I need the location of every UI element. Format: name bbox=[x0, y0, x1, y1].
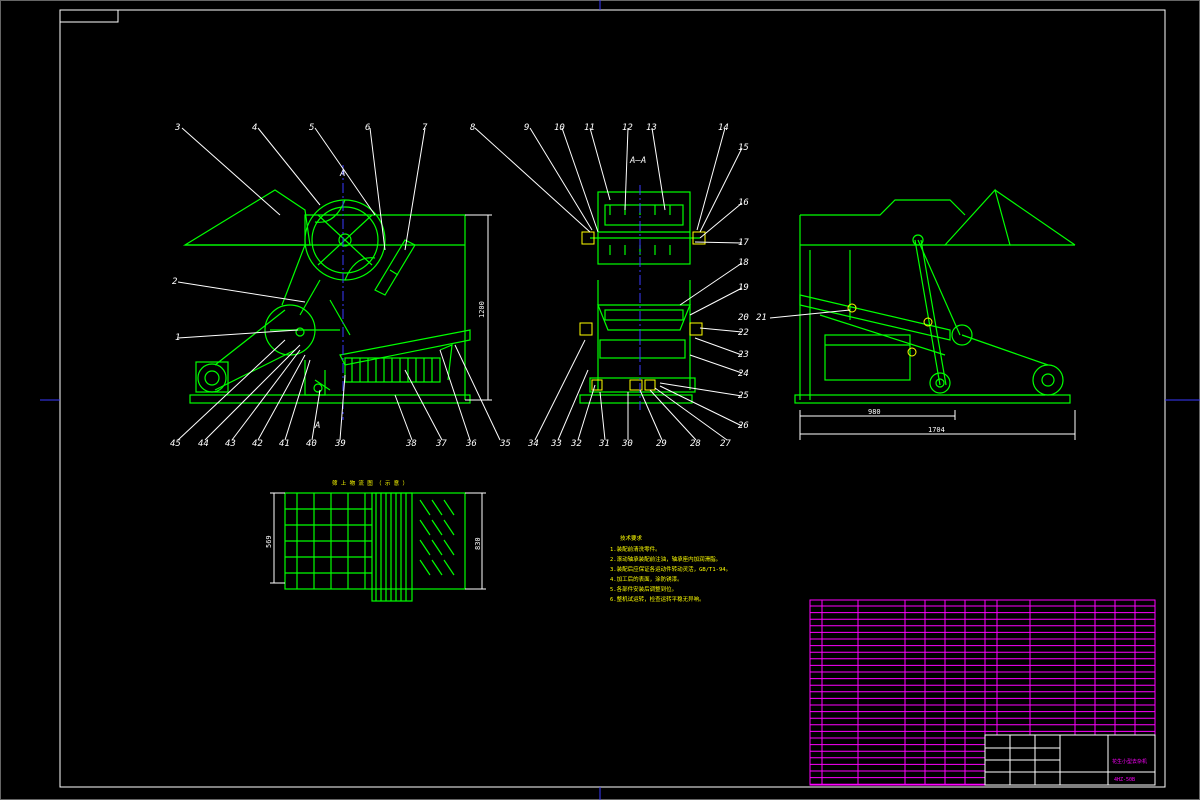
detail-title: 筛 上 物 流 图 （ 示 意 ） bbox=[332, 479, 408, 487]
part-number: 5 bbox=[309, 123, 314, 133]
part-number: 3 bbox=[174, 123, 180, 133]
part-number: 42 bbox=[252, 439, 263, 449]
part-number: 38 bbox=[405, 439, 417, 449]
part-number: 32 bbox=[570, 439, 582, 449]
dim-width-a: 980 bbox=[868, 408, 881, 416]
part-number: 33 bbox=[550, 439, 562, 449]
part-number: 13 bbox=[646, 123, 657, 133]
leaders-section bbox=[474, 127, 743, 441]
part-number: 40 bbox=[306, 439, 317, 449]
dim-height: 1200 bbox=[478, 301, 486, 318]
part-number: 45 bbox=[170, 439, 181, 449]
part-number: 27 bbox=[720, 439, 731, 449]
part-number: 26 bbox=[738, 421, 749, 431]
note-line: 2.滚动轴承装配前注油，轴承座内加润滑脂。 bbox=[610, 555, 721, 563]
dim-width-b: 1704 bbox=[928, 426, 945, 434]
side-view: 980 1704 bbox=[794, 188, 1076, 440]
part-number: 21 bbox=[756, 313, 767, 323]
note-line: 5.各部件安装后调整到位。 bbox=[610, 585, 677, 593]
drawing-number: 4HZ-50B bbox=[1114, 777, 1135, 783]
section-label: A–A bbox=[629, 156, 646, 166]
part-number: 29 bbox=[656, 439, 667, 449]
note-line: 4.加工后的表面，涂防锈漆。 bbox=[610, 575, 683, 583]
part-number: 18 bbox=[738, 258, 749, 268]
part-number: 23 bbox=[738, 350, 749, 360]
part-number: 4 bbox=[252, 123, 257, 133]
part-number: 28 bbox=[690, 439, 701, 449]
part-number: 14 bbox=[718, 123, 729, 133]
part-number: 36 bbox=[465, 439, 477, 449]
part-number: 25 bbox=[738, 391, 749, 401]
part-number: 24 bbox=[738, 369, 749, 379]
note-line: 6.整机试运转，检查运转平稳无异响。 bbox=[610, 595, 705, 603]
drawing-sheet: A A 1200 A–A 980 1704 1 2 3 4 5 6 7 8 9 … bbox=[0, 0, 1200, 800]
parts-list-table: 花生小型去杂机 4HZ-50B bbox=[809, 599, 1156, 786]
part-number: 17 bbox=[738, 238, 749, 248]
part-number: 20 bbox=[738, 313, 749, 323]
sheet-frame bbox=[0, 0, 1200, 800]
sieve-detail-view: 筛 上 物 流 图 （ 示 意 ） 569 830 bbox=[265, 479, 486, 602]
part-number: 15 bbox=[738, 143, 749, 153]
part-number: 2 bbox=[172, 277, 177, 287]
part-number: 22 bbox=[738, 328, 749, 338]
part-number: 35 bbox=[499, 439, 511, 449]
part-number: 39 bbox=[334, 439, 346, 449]
note-line: 3.装配后应保证各运动件转动灵活，GB/T1-94。 bbox=[610, 565, 731, 573]
part-number: 30 bbox=[621, 439, 633, 449]
part-number: 12 bbox=[622, 123, 633, 133]
part-number: 43 bbox=[225, 439, 236, 449]
note-line: 1.装配前清洗零件。 bbox=[610, 545, 661, 553]
notes-title: 技术要求 bbox=[620, 534, 643, 542]
part-number: 6 bbox=[365, 123, 370, 133]
part-number: 41 bbox=[279, 439, 290, 449]
part-number: 19 bbox=[738, 283, 749, 293]
part-number: 8 bbox=[470, 123, 475, 133]
section-view: A–A bbox=[579, 156, 706, 410]
part-number: 7 bbox=[422, 123, 428, 133]
part-number: 1 bbox=[175, 333, 180, 343]
dim-screen-b: 830 bbox=[474, 537, 482, 550]
part-number: 11 bbox=[584, 123, 595, 133]
technical-notes: 技术要求 1.装配前清洗零件。 2.滚动轴承装配前注油，轴承座内加润滑脂。 3.… bbox=[610, 534, 731, 603]
drawing-name: 花生小型去杂机 bbox=[1112, 758, 1147, 765]
part-number: 31 bbox=[598, 439, 610, 449]
part-number: 16 bbox=[738, 198, 749, 208]
part-number: 37 bbox=[435, 439, 447, 449]
part-number: 9 bbox=[524, 123, 529, 133]
part-number: 10 bbox=[554, 123, 565, 133]
dim-screen-a: 569 bbox=[265, 535, 273, 548]
leaders-front bbox=[177, 127, 501, 441]
part-number: 34 bbox=[527, 439, 539, 449]
part-number: 44 bbox=[198, 439, 209, 449]
